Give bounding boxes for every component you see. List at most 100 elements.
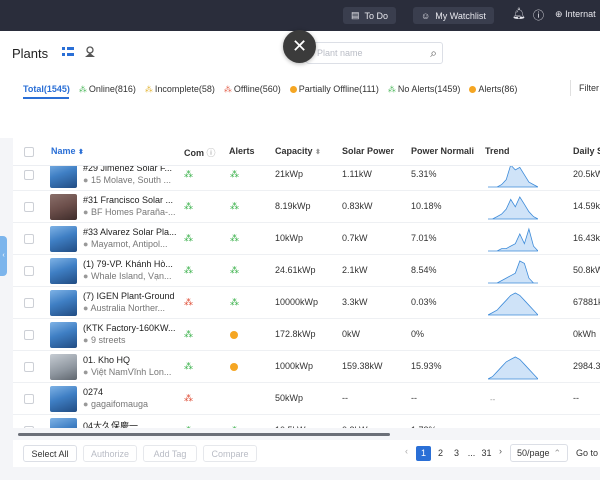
no-alert-icon: ⁂ [230,265,239,275]
authorize-button[interactable]: Authorize [83,445,137,462]
plant-name[interactable]: 01. Kho HQ [83,355,183,365]
page-3-button[interactable]: 3 [449,446,464,461]
watchlist-button[interactable]: ☺ My Watchlist [413,7,494,24]
tab-3[interactable]: ⁂ Offline(560) [224,82,281,96]
col-alerts[interactable]: Alerts [229,146,255,156]
chevron-up-icon: ⌃ [553,447,562,458]
alert-dot-icon [230,363,238,371]
plant-name[interactable]: (7) IGEN Plant-Ground [83,291,183,301]
plant-thumbnail [50,226,77,252]
add-tag-button[interactable]: Add Tag [143,445,197,462]
location-pin-icon: ● [83,207,89,217]
row-checkbox[interactable] [24,362,34,372]
plant-name[interactable]: 04大久保慶一 [83,419,183,428]
plant-name[interactable]: #31 Francisco Solar ... [83,195,183,205]
select-all-checkbox[interactable] [24,147,34,157]
expand-sidebar-handle[interactable]: ‹ [0,236,7,276]
plant-address: ● 9 streets [83,335,126,345]
daily-cell: 67881k [573,297,600,307]
tab-5[interactable]: ⁂ No Alerts(1459) [388,82,461,96]
tab-6[interactable]: Alerts(86) [469,82,517,96]
help-icon[interactable]: ⓘ [533,7,544,23]
capacity-cell: 10kWp [275,233,304,243]
wifi-green-icon: ⁂ [387,84,396,94]
page-2-button[interactable]: 2 [433,446,448,461]
page-ellipsis[interactable]: ... [464,446,479,461]
user-star-icon: ☺ [421,10,431,21]
daily-cell: 2984.3 [573,361,600,371]
plant-address: ● Whale Island, Vạn... [83,271,172,281]
capacity-cell: 1000kWp [275,361,314,371]
plant-address: ● Việt NamVĩnh Lon... [83,367,172,377]
capacity-cell: 8.19kWp [275,201,311,211]
select-all-button[interactable]: Select All [23,445,77,462]
trend-area [488,196,538,220]
plants-table: Name ⬍ Com ⓘ Alerts Capacity ⬍ Solar Pow… [13,138,600,428]
row-checkbox[interactable] [24,298,34,308]
language-selector[interactable]: ⊕ Internat [555,9,596,20]
row-checkbox[interactable] [24,266,34,276]
plant-name[interactable]: (1) 79-VP. Khánh Hò... [83,259,183,269]
map-view-icon[interactable] [84,46,96,58]
row-checkbox[interactable] [24,426,34,428]
col-capacity[interactable]: Capacity ⬍ [275,146,321,156]
tab-0[interactable]: Total(1545) [23,82,70,96]
grid-view-icon[interactable] [62,46,74,58]
plant-address: ● Mayamot, Antipol... [83,239,168,249]
table-row[interactable]: #33 Alvarez Solar Pla... ● Mayamot, Antip… [13,223,600,255]
prev-page-icon[interactable]: ‹ [405,446,408,456]
plant-name[interactable]: #33 Alvarez Solar Pla... [83,227,183,237]
wifi-red-icon: ⁂ [223,84,232,94]
plant-search-input[interactable]: Plant name ⌕ [306,42,443,64]
table-row[interactable]: 01. Kho HQ ● Việt NamVĩnh Lon... ⁂ 1000kWp 1… [13,351,600,383]
trend-sparkline [488,196,538,220]
search-icon[interactable]: ⌕ [430,46,437,61]
page-1-button[interactable]: 1 [416,446,431,461]
trend-empty: -- [490,427,496,428]
compare-button[interactable]: Compare [203,445,257,462]
col-name[interactable]: Name ⬍ [51,146,84,156]
online-wifi-icon: ⁂ [184,361,193,371]
col-trend[interactable]: Trend [485,146,510,156]
solar-power-cell: 0.7kW [342,233,368,243]
trend-sparkline [488,321,538,349]
table-row[interactable]: (7) IGEN Plant-Ground ● Australia Norther… [13,287,600,319]
table-row[interactable]: 04大久保慶一⁂⁂10.5kWp0.3kW1.73%---- [13,415,600,428]
bell-icon[interactable]: 🔔︎ [512,7,526,20]
next-page-icon[interactable]: › [499,446,502,456]
daily-cell: 0kWh [573,329,597,339]
plant-thumbnail [50,290,77,316]
col-solar-power[interactable]: Solar Power [342,146,394,156]
table-row[interactable]: #31 Francisco Solar ... ● BF Homes Parañа… [13,191,600,223]
row-checkbox[interactable] [24,394,34,404]
daily-cell: 14.59k [573,201,600,211]
table-row[interactable]: (1) 79-VP. Khánh Hò... ● Whale Island, Vạ… [13,255,600,287]
tab-2[interactable]: ⁂ Incomplete(58) [145,82,215,96]
solar-power-cell: 0.3kW [342,425,368,428]
per-page-select[interactable]: 50/page ⌃ [510,444,568,462]
online-wifi-icon: ⁂ [184,265,193,275]
table-row[interactable]: 0274 ● gagaifomauga ⁂ 50kWp -- -- -- -- [13,383,600,415]
row-checkbox[interactable] [24,202,34,212]
col-power-normalized[interactable]: Power Normali [411,146,474,156]
offline-wifi-icon: ⁂ [184,393,193,403]
plant-name[interactable]: 0274 [83,387,183,397]
close-icon[interactable]: ✕ [283,30,316,63]
horizontal-scrollbar[interactable] [18,433,390,436]
row-checkbox[interactable] [24,330,34,340]
last-page-button[interactable]: 31 [479,446,494,461]
tab-4[interactable]: Partially Offline(111) [289,82,379,96]
online-wifi-icon: ⁂ [184,169,193,179]
filter-button[interactable]: Filter [579,83,599,93]
tab-1[interactable]: ⁂ Online(816) [79,82,136,96]
col-daily[interactable]: Daily S [573,146,600,156]
row-checkbox[interactable] [24,234,34,244]
top-bar: ▤ To Do ☺ My Watchlist 🔔︎ ⓘ ⊕ Internat [0,0,600,31]
plant-name[interactable]: (KTK Factory-160KW... [83,323,183,333]
col-com[interactable]: Com ⓘ [184,146,216,159]
plant-thumbnail [50,418,77,428]
row-checkbox[interactable] [24,170,34,180]
table-row[interactable]: (KTK Factory-160KW... ● 9 streets ⁂ 172.8kW… [13,319,600,351]
todo-button[interactable]: ▤ To Do [343,7,397,24]
trend-sparkline [488,292,538,316]
